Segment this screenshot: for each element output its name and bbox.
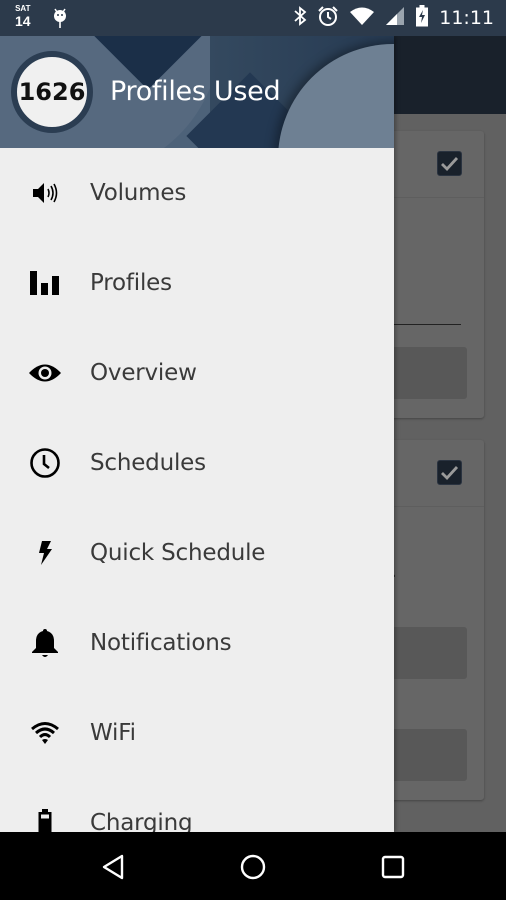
status-bar: SAT 14 11:11 — [0, 0, 506, 36]
menu-label: Volumes — [90, 180, 187, 206]
menu-label: Schedules — [90, 450, 206, 476]
home-button[interactable] — [236, 850, 270, 884]
checkbox[interactable] — [437, 151, 462, 176]
menu-item-wifi[interactable]: WiFi — [0, 688, 394, 778]
home-icon — [240, 854, 266, 880]
profiles-count-badge: 1626 — [11, 51, 93, 133]
volume-icon — [28, 176, 62, 210]
check-icon — [441, 466, 459, 481]
back-icon — [102, 854, 124, 880]
check-icon — [441, 157, 459, 172]
profile-card: is — [380, 131, 484, 418]
profile-card: e. — [380, 440, 484, 800]
battery-charging-icon — [415, 4, 429, 32]
android-icon — [51, 7, 69, 34]
wifi-icon — [349, 6, 375, 31]
card-header — [380, 440, 484, 507]
recents-button[interactable] — [376, 850, 410, 884]
menu-item-schedules[interactable]: Schedules — [0, 418, 394, 508]
drawer-title: Profiles Used — [110, 76, 281, 107]
eye-icon — [28, 356, 62, 390]
back-button[interactable] — [96, 850, 130, 884]
flash-icon — [28, 536, 62, 570]
menu-label: Charging — [90, 810, 193, 832]
bluetooth-icon — [293, 5, 307, 31]
menu-item-profiles[interactable]: Profiles — [0, 238, 394, 328]
profiles-count: 1626 — [18, 78, 86, 106]
menu-item-quick-schedule[interactable]: Quick Schedule — [0, 508, 394, 598]
checkbox[interactable] — [437, 460, 462, 485]
navigation-drawer: 1626 Profiles Used Volumes Profiles Over… — [0, 36, 394, 832]
status-day: SAT — [15, 4, 31, 13]
signal-icon — [385, 6, 405, 31]
menu-label: WiFi — [90, 720, 136, 746]
status-date-number: 14 — [15, 13, 31, 29]
menu-item-charging[interactable]: Charging — [0, 778, 394, 832]
status-time: 11:11 — [439, 7, 494, 29]
drawer-header: 1626 Profiles Used — [0, 36, 394, 148]
status-date: SAT 14 — [15, 4, 31, 29]
clock-icon — [28, 446, 62, 480]
battery-icon — [28, 806, 62, 832]
menu-label: Profiles — [90, 270, 172, 296]
menu-item-notifications[interactable]: Notifications — [0, 598, 394, 688]
bell-icon — [28, 626, 62, 660]
menu-item-volumes[interactable]: Volumes — [0, 148, 394, 238]
menu-label: Quick Schedule — [90, 540, 266, 566]
alarm-icon — [317, 5, 339, 32]
menu-item-overview[interactable]: Overview — [0, 328, 394, 418]
menu-label: Overview — [90, 360, 197, 386]
recents-icon — [381, 855, 405, 879]
system-nav-bar — [0, 832, 506, 900]
drawer-menu: Volumes Profiles Overview Schedules Quic… — [0, 148, 394, 832]
wifi-icon — [28, 716, 62, 750]
card-header — [380, 131, 484, 198]
bar-chart-icon — [28, 266, 62, 300]
menu-label: Notifications — [90, 630, 232, 656]
